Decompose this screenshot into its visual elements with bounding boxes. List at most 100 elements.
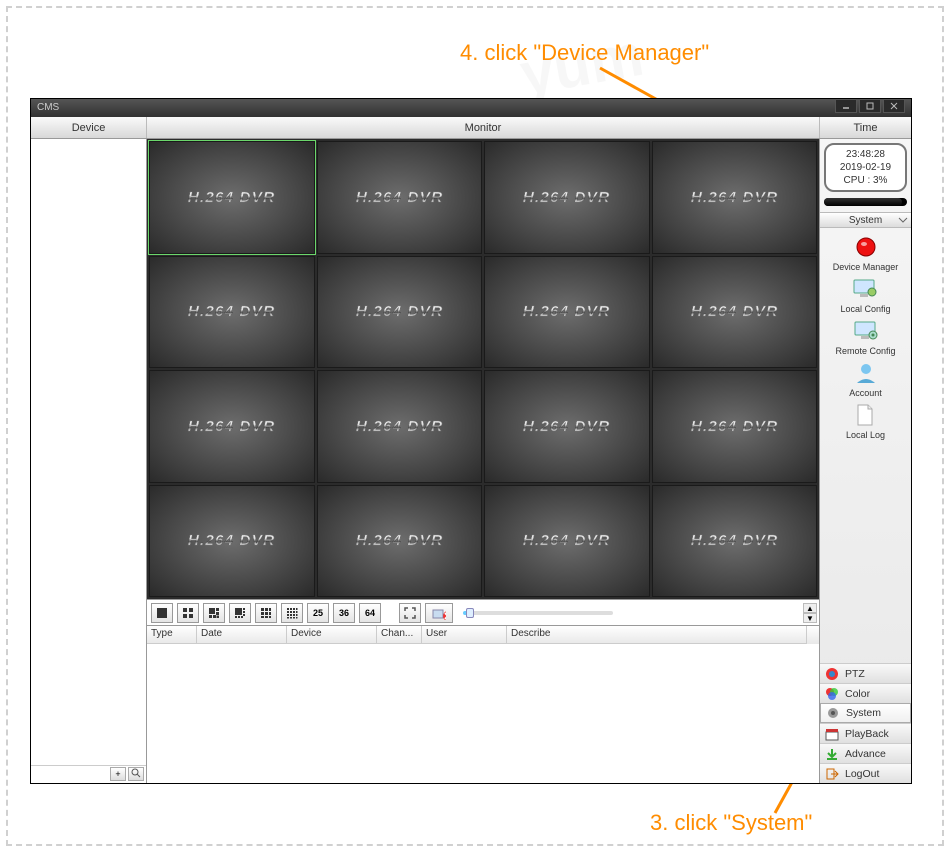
log-col-header[interactable]: Describe	[507, 626, 807, 644]
camera-label: H.264 DVR	[523, 303, 610, 320]
ptz-icon	[825, 667, 839, 681]
layout-9-button[interactable]	[255, 603, 277, 623]
menu-color[interactable]: Color	[820, 683, 911, 703]
scroll-up-button[interactable]: ▲	[803, 603, 817, 613]
layout-36-button[interactable]: 36	[333, 603, 355, 623]
system-panel-title-label: System	[849, 215, 882, 226]
device-manager-button[interactable]: Device Manager	[833, 234, 899, 272]
camera-tile[interactable]: H.264 DVR	[149, 485, 315, 598]
camera-tile[interactable]: H.264 DVR	[149, 370, 315, 483]
log-header: TypeDateDeviceChan...UserDescribe	[147, 626, 819, 644]
camera-tile[interactable]: H.264 DVR	[484, 141, 650, 254]
download-icon	[825, 747, 839, 761]
right-pane: 23:48:28 2019-02-19 CPU : 3% System Devi…	[819, 139, 911, 783]
camera-grid: H.264 DVRH.264 DVRH.264 DVRH.264 DVRH.26…	[147, 139, 819, 599]
menu-stack: PTZ Color System PlayBack Advance	[820, 663, 911, 783]
header-row: Device Monitor Time	[31, 117, 911, 139]
camera-label: H.264 DVR	[691, 303, 778, 320]
camera-tile[interactable]: H.264 DVR	[149, 141, 315, 254]
close-button[interactable]	[883, 99, 905, 113]
layout-1-button[interactable]	[151, 603, 173, 623]
clock-cpu: CPU : 3%	[829, 174, 902, 187]
layout-25-button[interactable]: 25	[307, 603, 329, 623]
monitor-icon	[852, 276, 878, 302]
camera-label: H.264 DVR	[188, 418, 275, 435]
volume-slider[interactable]	[463, 611, 613, 615]
menu-ptz-label: PTZ	[845, 668, 865, 680]
menu-color-label: Color	[845, 688, 870, 700]
gear-icon	[826, 706, 840, 720]
chevron-down-icon	[897, 214, 909, 226]
camera-tile[interactable]: H.264 DVR	[484, 485, 650, 598]
camera-label: H.264 DVR	[523, 532, 610, 549]
system-panel-title[interactable]: System	[820, 212, 911, 228]
device-search-button[interactable]	[128, 767, 144, 781]
log-col-header[interactable]: Date	[197, 626, 287, 644]
camera-label: H.264 DVR	[188, 532, 275, 549]
menu-playback-label: PlayBack	[845, 728, 889, 740]
menu-logout-label: LogOut	[845, 768, 879, 780]
camera-tile[interactable]: H.264 DVR	[149, 256, 315, 369]
camera-tile[interactable]: H.264 DVR	[484, 370, 650, 483]
log-col-header[interactable]: Type	[147, 626, 197, 644]
remote-config-label: Remote Config	[835, 346, 895, 356]
menu-playback[interactable]: PlayBack	[820, 723, 911, 743]
layout-64-button[interactable]: 64	[359, 603, 381, 623]
camera-tile[interactable]: H.264 DVR	[652, 370, 818, 483]
title-bar: CMS	[31, 99, 911, 117]
menu-logout[interactable]: LogOut	[820, 763, 911, 783]
local-log-button[interactable]: Local Log	[846, 402, 885, 440]
fullscreen-button[interactable]	[399, 603, 421, 623]
camera-label: H.264 DVR	[188, 303, 275, 320]
menu-advance[interactable]: Advance	[820, 743, 911, 763]
camera-label: H.264 DVR	[523, 189, 610, 206]
minimize-button[interactable]	[835, 99, 857, 113]
camera-label: H.264 DVR	[691, 532, 778, 549]
maximize-button[interactable]	[859, 99, 881, 113]
camera-tile[interactable]: H.264 DVR	[652, 141, 818, 254]
color-icon	[825, 687, 839, 701]
log-body[interactable]	[147, 644, 819, 783]
log-col-header[interactable]: Device	[287, 626, 377, 644]
layout-8-button[interactable]	[229, 603, 251, 623]
layout-6-button[interactable]	[203, 603, 225, 623]
log-col-header[interactable]: User	[422, 626, 507, 644]
local-log-label: Local Log	[846, 430, 885, 440]
header-device: Device	[31, 117, 147, 138]
camera-tile[interactable]: H.264 DVR	[317, 370, 483, 483]
camera-label: H.264 DVR	[356, 189, 443, 206]
clock-date: 2019-02-19	[829, 161, 902, 174]
log-area: TypeDateDeviceChan...UserDescribe	[147, 625, 819, 783]
camera-tile[interactable]: H.264 DVR	[652, 485, 818, 598]
account-button[interactable]: Account	[849, 360, 882, 398]
device-manager-label: Device Manager	[833, 262, 899, 272]
disconnect-button[interactable]	[425, 603, 453, 623]
app-window: CMS Device Monitor Time + H.264 DVRH.264…	[30, 98, 912, 784]
camera-tile[interactable]: H.264 DVR	[652, 256, 818, 369]
remote-config-button[interactable]: Remote Config	[835, 318, 895, 356]
layout-4-button[interactable]	[177, 603, 199, 623]
device-tree[interactable]	[31, 139, 146, 765]
log-col-header[interactable]: Chan...	[377, 626, 422, 644]
layout-16-button[interactable]	[281, 603, 303, 623]
cpu-bar	[824, 198, 907, 206]
menu-advance-label: Advance	[845, 748, 886, 760]
clock-box: 23:48:28 2019-02-19 CPU : 3%	[824, 143, 907, 192]
camera-tile[interactable]: H.264 DVR	[317, 485, 483, 598]
camera-label: H.264 DVR	[691, 418, 778, 435]
camera-label: H.264 DVR	[356, 418, 443, 435]
scroll-down-button[interactable]: ▼	[803, 613, 817, 623]
menu-system[interactable]: System	[820, 703, 911, 723]
camera-label: H.264 DVR	[691, 189, 778, 206]
document-icon	[852, 402, 878, 428]
monitor-gear-icon	[853, 318, 879, 344]
camera-label: H.264 DVR	[188, 189, 275, 206]
camera-tile[interactable]: H.264 DVR	[484, 256, 650, 369]
camera-label: H.264 DVR	[356, 303, 443, 320]
local-config-button[interactable]: Local Config	[840, 276, 890, 314]
device-add-button[interactable]: +	[110, 767, 126, 781]
menu-ptz[interactable]: PTZ	[820, 663, 911, 683]
camera-tile[interactable]: H.264 DVR	[317, 141, 483, 254]
camera-tile[interactable]: H.264 DVR	[317, 256, 483, 369]
clock-time: 23:48:28	[829, 148, 902, 161]
